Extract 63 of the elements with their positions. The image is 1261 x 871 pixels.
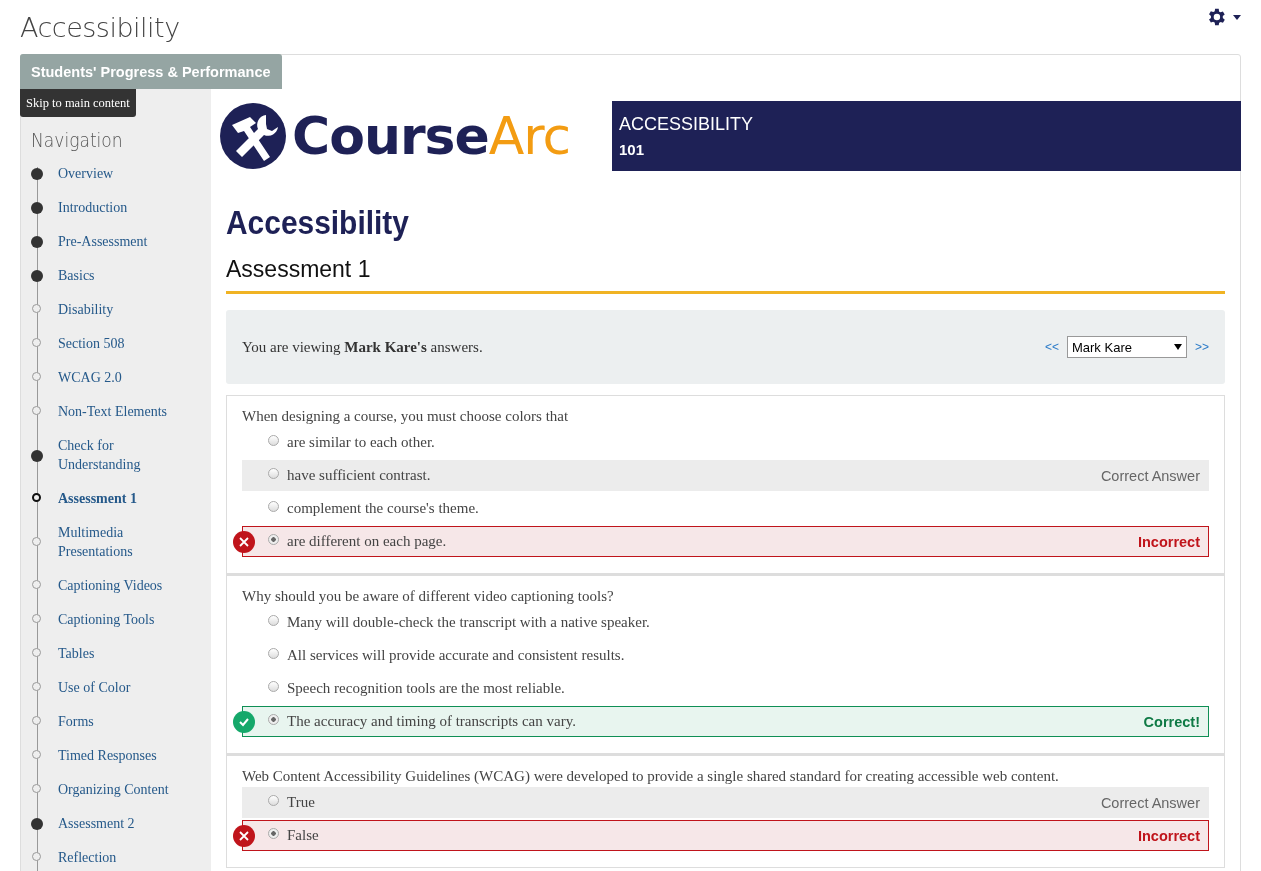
result-label: Incorrect [1137,827,1200,844]
logo-text: CourseArc [292,110,571,162]
radio-button[interactable] [268,794,279,806]
result-label: Correct Answer [1100,467,1200,484]
nav-link[interactable]: Organizing Content [58,773,198,807]
radio-button[interactable] [268,614,279,626]
check-icon [233,710,255,733]
nav-link[interactable]: Timed Responses [58,739,198,773]
result-label: Correct! [1143,713,1200,730]
nav-link[interactable]: Assessment 1 [58,482,198,516]
viewer-text: You are viewing Mark Kare's answers. [242,338,483,356]
nav-link[interactable]: Use of Color [58,671,198,705]
nav-link[interactable]: Basics [58,259,198,293]
radio-button[interactable] [268,827,279,839]
nav-link[interactable]: Forms [58,705,198,739]
option-text: False [287,827,320,844]
nav-link[interactable]: Captioning Videos [58,569,198,603]
option-text: complement the course's theme. [287,500,480,517]
course-heading: Accessibility [226,203,410,242]
section-heading: Assessment 1 [226,256,1225,294]
radio-button[interactable] [268,647,279,659]
option-text: Many will double-check the transcript with a native speaker. [287,614,651,631]
caret-icon [1174,344,1182,350]
previous-link[interactable]: << [1044,340,1059,354]
nav-link[interactable]: Disability [58,293,198,327]
question-text: Web Content Accessibility Guidelines (WCAG) were developed to provide a single shared standard for creating accessible web content. [242,768,1060,785]
option-text: Speech recognition tools are the most reliable. [287,680,566,697]
option-text: have sufficient contrast. [287,467,432,484]
page-title: Accessibility [20,11,180,43]
nav-link[interactable]: Captioning Tools [58,603,198,637]
navigation-heading: Navigation [31,129,124,151]
logo-icon [220,103,286,169]
nav-link[interactable]: Multimedia Presentations [58,516,198,569]
nav-link[interactable]: WCAG 2.0 [58,361,198,395]
radio-button[interactable] [268,533,279,545]
nav-link[interactable]: Overview [58,157,198,191]
nav-link[interactable]: Reflection [58,841,198,871]
banner-subtitle: 101 [619,141,646,158]
option-text: are similar to each other. [287,434,436,451]
nav-link[interactable]: Section 508 [58,327,198,361]
student-select[interactable]: Mark Kare [1067,336,1187,358]
result-label: Incorrect [1137,533,1200,550]
result-label: Correct Answer [1100,794,1200,811]
radio-button[interactable] [268,680,279,692]
radio-button[interactable] [268,500,279,512]
nav-link[interactable]: Introduction [58,191,198,225]
radio-button[interactable] [268,713,279,725]
question-text: Why should you be aware of different video captioning tools? [242,588,615,605]
nav-link[interactable]: Non-Text Elements [58,395,198,429]
nav-link[interactable]: Check for Understanding [58,429,198,482]
skip-link-tooltip[interactable]: Skip to main content [20,89,136,117]
banner-title: ACCESSIBILITY [619,114,755,135]
option-text: The accuracy and timing of transcripts can vary. [287,713,577,730]
nav-link[interactable]: Pre-Assessment [58,225,198,259]
radio-button[interactable] [268,467,279,479]
nav-link[interactable]: Assessment 2 [58,807,198,841]
nav-link[interactable]: Tables [58,637,198,671]
option-text: All services will provide accurate and consistent results. [287,647,626,664]
option-text: are different on each page. [287,533,448,550]
option-text: True [287,794,316,811]
radio-button[interactable] [268,434,279,446]
question-text: When designing a course, you must choose colors that [242,408,570,425]
next-link[interactable]: >> [1195,340,1209,354]
